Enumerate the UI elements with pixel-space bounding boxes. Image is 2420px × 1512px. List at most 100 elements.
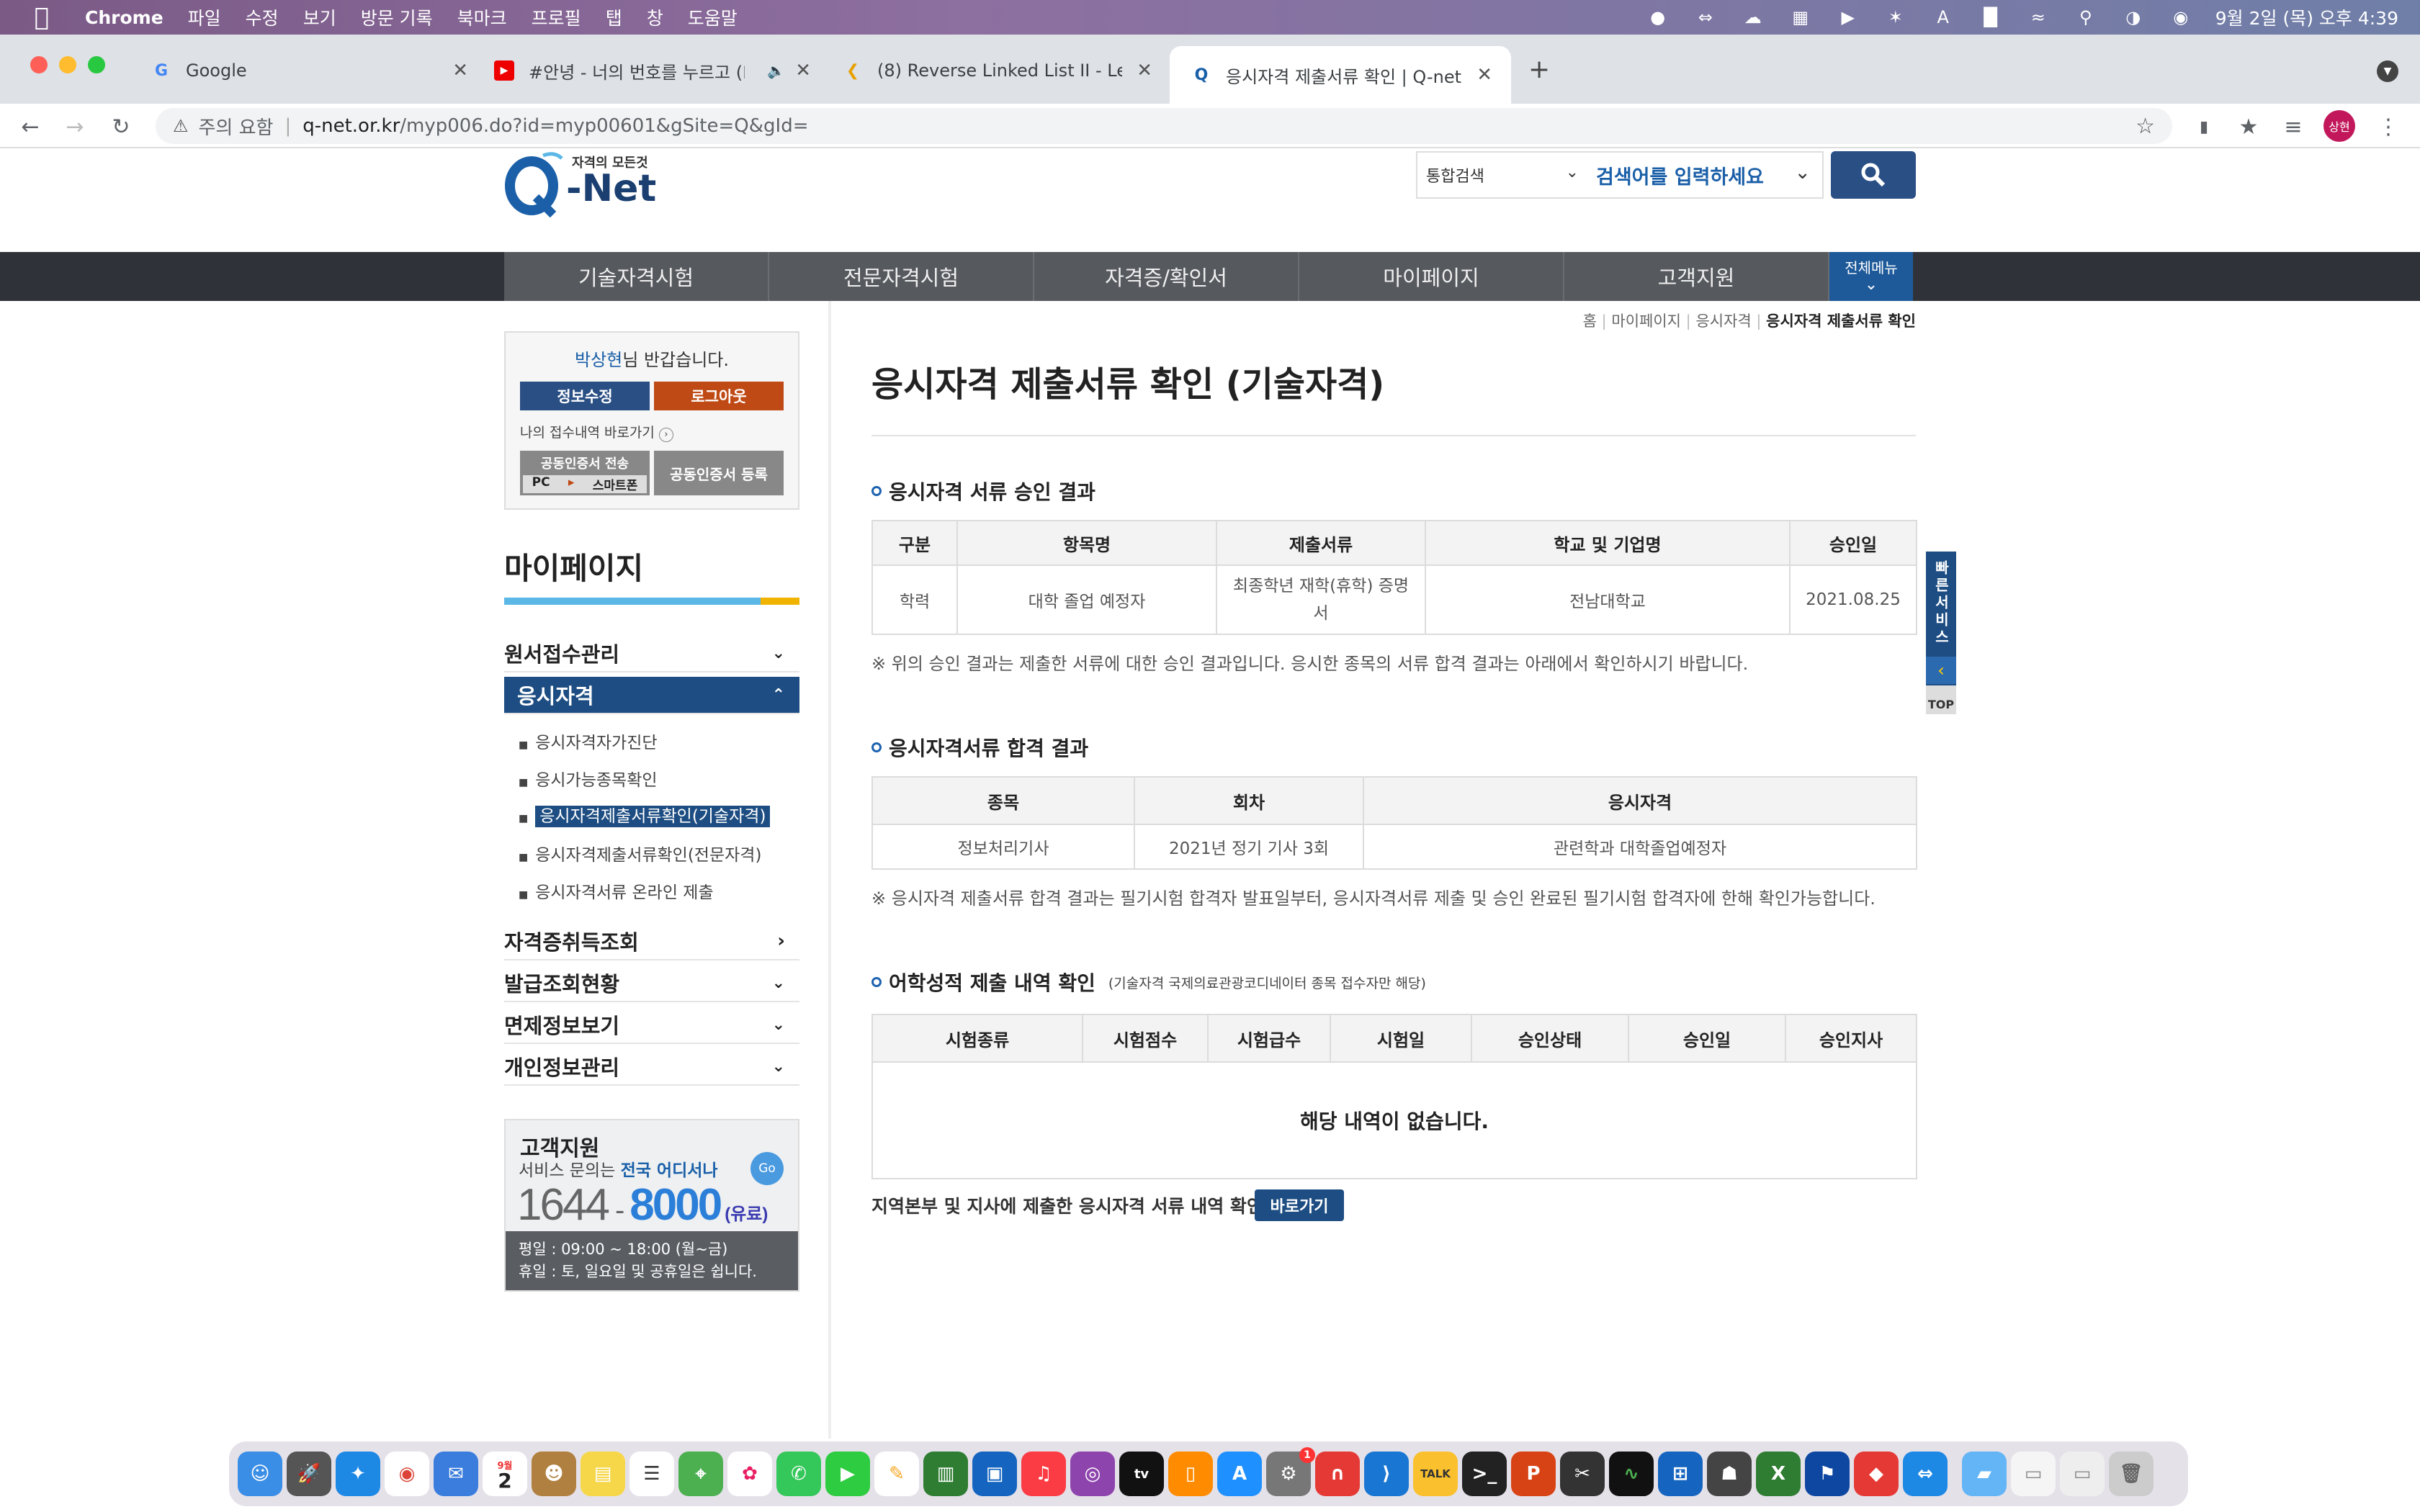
maps-icon[interactable]: ⌖	[678, 1452, 723, 1496]
search-input[interactable]: 검색어를 입력하세요 ⌄	[1589, 161, 1822, 189]
security-warning-label[interactable]: 주의 요함	[199, 113, 274, 140]
tab-leetcode[interactable]: ❮ (8) Reverse Linked List II - Lee ✕	[843, 52, 1152, 89]
warning-icon[interactable]: ⚠	[173, 116, 189, 136]
tab-google[interactable]: G Google ✕	[151, 52, 468, 89]
mail-icon[interactable]: ✉	[434, 1452, 478, 1496]
menubar-item-profile[interactable]: 프로필	[532, 4, 581, 30]
close-icon[interactable]: ✕	[1137, 60, 1152, 81]
kakaotalk-icon[interactable]: TALK	[1413, 1452, 1458, 1496]
apple-menu-icon[interactable]: 	[27, 3, 56, 32]
window-zoom-button[interactable]	[88, 56, 105, 73]
forward-icon[interactable]: →	[60, 112, 89, 141]
sidebar-sub-tech-docs[interactable]: ■ 응시자격제출서류확인(기술자격)	[519, 802, 771, 827]
books-icon[interactable]: ▯	[1168, 1452, 1213, 1496]
music-icon[interactable]: ♫	[1021, 1452, 1066, 1496]
system-preferences-icon[interactable]: ⚙ 1	[1266, 1447, 1315, 1496]
mysql-icon[interactable]: ⚑	[1805, 1452, 1850, 1496]
back-icon[interactable]: ←	[16, 112, 45, 141]
speaker-icon[interactable]: 🔈	[767, 62, 785, 79]
gnb-tech-exam[interactable]: 기술자격시험	[504, 252, 769, 301]
sidebar-sub-self-check[interactable]: ■ 응시자격자가진단	[519, 729, 658, 753]
chevron-left-icon[interactable]: ‹	[1926, 657, 1956, 684]
tab-qnet[interactable]: Q 응시자격 제출서류 확인 | Q-net ✕	[1170, 46, 1511, 104]
chrome-stack-icon[interactable]: ▭	[2060, 1452, 2105, 1496]
sidebar-item-cert-lookup[interactable]: 자격증취득조회 ›	[504, 923, 799, 960]
contacts-icon[interactable]: ☻	[532, 1452, 576, 1496]
anydesk-icon[interactable]: ◆	[1854, 1452, 1899, 1496]
apple-tv-icon[interactable]: tv	[1119, 1452, 1164, 1496]
url-text[interactable]: q-net.or.kr/myp006.do?id=myp00601&gSite=…	[302, 115, 808, 137]
all-menu-button[interactable]: 전체메뉴 ⌄	[1829, 252, 1913, 301]
terminal-icon[interactable]: >_	[1462, 1452, 1507, 1496]
qnet-logo[interactable]: 자격의 모든것 -Net	[504, 148, 663, 218]
history-link[interactable]: 나의 접수내역 바로가기 ›	[520, 422, 673, 442]
freeform-icon[interactable]: ✎	[874, 1452, 919, 1496]
numbers-icon[interactable]: ▥	[923, 1452, 968, 1496]
menubar-app-name[interactable]: Chrome	[85, 7, 163, 28]
siri-icon[interactable]: ◉	[2168, 6, 2194, 28]
headphones-app-icon[interactable]: ∩	[1315, 1452, 1360, 1496]
wifi-icon[interactable]: ≈	[2025, 6, 2051, 28]
safari-icon[interactable]: ✦	[336, 1452, 380, 1496]
final-cut-icon[interactable]: ✂	[1560, 1452, 1605, 1496]
input-source-icon[interactable]: A	[1930, 6, 1956, 28]
sidebar-item-privacy[interactable]: 개인정보관리 ⌄	[504, 1048, 799, 1086]
user-name[interactable]: 박상현	[575, 350, 622, 370]
app-store-icon[interactable]: A	[1217, 1452, 1262, 1496]
scroll-top-button[interactable]: TOP	[1926, 685, 1956, 714]
calendar-icon[interactable]: 9월 2	[483, 1452, 527, 1496]
creative-cloud-icon[interactable]: ☁	[1740, 6, 1766, 28]
teamviewer-icon[interactable]: ⇔	[1693, 6, 1718, 28]
vscode-icon[interactable]: ⟩	[1364, 1452, 1409, 1496]
gnb-professional-exam[interactable]: 전문자격시험	[769, 252, 1034, 301]
breadcrumb-mypage[interactable]: 마이페이지	[1611, 312, 1681, 330]
notes-icon[interactable]: ▤	[581, 1452, 625, 1496]
sidebar-item-exemption[interactable]: 면제정보보기 ⌄	[504, 1007, 799, 1044]
new-tab-icon[interactable]: +	[1528, 55, 1550, 84]
close-icon[interactable]: ✕	[452, 60, 468, 81]
messages-icon[interactable]: ✆	[776, 1452, 821, 1496]
gnb-support[interactable]: 고객지원	[1564, 252, 1829, 301]
edit-info-button[interactable]: 정보수정	[520, 382, 650, 410]
sidebar-sub-online-submit[interactable]: ■ 응시자격서류 온라인 제출	[519, 878, 714, 903]
launchpad-icon[interactable]: 🚀	[287, 1452, 331, 1496]
menubar-item-help[interactable]: 도움말	[688, 4, 738, 30]
facetime-icon[interactable]: ▶	[825, 1452, 870, 1496]
chat-status-icon[interactable]: ●	[1645, 6, 1671, 28]
finder-icon[interactable]: ☺	[238, 1452, 282, 1496]
alien-app-icon[interactable]: ☗	[1707, 1452, 1752, 1496]
pin-icon[interactable]: ✶	[1883, 6, 1909, 28]
menubar-item-window[interactable]: 창	[647, 4, 663, 30]
cert-register-button[interactable]: 공동인증서 등록	[654, 451, 784, 495]
reload-icon[interactable]: ↻	[107, 112, 135, 141]
document-stack-icon[interactable]: ▭	[2011, 1452, 2056, 1496]
keynote-icon[interactable]: ▣	[972, 1452, 1017, 1496]
battery-icon[interactable]: █	[1978, 6, 2004, 28]
window-manager-icon[interactable]: ▦	[1788, 6, 1814, 28]
cert-send-button[interactable]: 공동인증서 전송 PC ▸ 스마트폰	[520, 451, 650, 495]
sidebar-item-issue-status[interactable]: 발급조회현황 ⌄	[504, 965, 799, 1002]
address-bar[interactable]: ⚠ 주의 요함 | q-net.or.kr/myp006.do?id=myp00…	[156, 108, 2172, 144]
extension-reader-icon[interactable]: ▮	[2190, 112, 2218, 141]
sidebar-sub-available[interactable]: ■ 응시가능종목확인	[519, 766, 658, 791]
menubar-item-history[interactable]: 방문 기록	[361, 4, 433, 30]
menubar-item-bookmarks[interactable]: 북마크	[457, 4, 507, 30]
menubar-item-view[interactable]: 보기	[303, 4, 336, 30]
search-button[interactable]	[1831, 151, 1916, 199]
control-center-icon[interactable]: ◑	[2120, 6, 2146, 28]
tab-search-icon[interactable]: ▼	[2377, 60, 2398, 82]
breadcrumb-eligibility[interactable]: 응시자격	[1695, 312, 1751, 330]
podcasts-icon[interactable]: ◎	[1070, 1452, 1115, 1496]
spotlight-search-icon[interactable]: ⚲	[2073, 6, 2099, 28]
trash-icon[interactable]: 🗑	[2109, 1452, 2154, 1496]
activity-monitor-icon[interactable]: ∿	[1609, 1452, 1654, 1496]
downloads-folder-icon[interactable]: ▰	[1962, 1452, 2007, 1496]
profile-avatar[interactable]: 상현	[2323, 110, 2355, 142]
menubar-clock[interactable]: 9월 2일 (목) 오후 4:39	[2215, 4, 2398, 30]
reminders-icon[interactable]: ☰	[629, 1452, 674, 1496]
powerpoint-icon[interactable]: P	[1511, 1452, 1556, 1496]
close-icon[interactable]: ✕	[1476, 64, 1492, 86]
gnb-mypage[interactable]: 마이페이지	[1299, 252, 1564, 301]
menubar-item-edit[interactable]: 수정	[246, 4, 279, 30]
teamviewer-dock-icon[interactable]: ⇔	[1903, 1452, 1948, 1496]
